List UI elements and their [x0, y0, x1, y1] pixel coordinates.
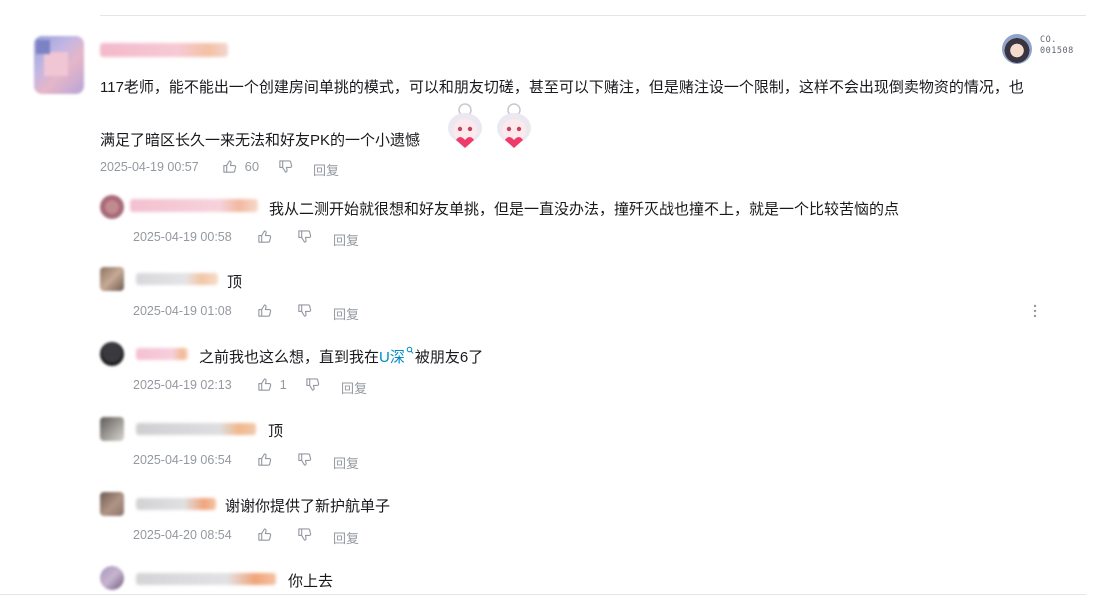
reply-avatar[interactable] [100, 417, 124, 441]
reply-text-link[interactable]: U深 [379, 349, 405, 366]
reply-avatar[interactable] [100, 195, 124, 219]
like-button[interactable] [257, 527, 272, 542]
dislike-button[interactable] [278, 159, 293, 174]
more-options-button[interactable] [1030, 303, 1040, 319]
reply-username[interactable] [136, 423, 256, 435]
more-vertical-icon [1033, 304, 1037, 318]
like-button[interactable]: 1 [257, 377, 287, 392]
reply-username[interactable] [136, 348, 188, 360]
like-count: 60 [244, 159, 260, 174]
dislike-button[interactable] [297, 229, 312, 244]
badge-text-line1: CO. [1040, 35, 1057, 45]
badge-avatar-icon [1002, 34, 1032, 64]
thumb-up-icon [257, 377, 272, 392]
like-button[interactable]: 60 [222, 159, 259, 174]
dislike-button[interactable] [305, 377, 320, 392]
reply-avatar[interactable] [100, 342, 124, 366]
reply-button[interactable]: 回复 [341, 378, 367, 397]
commenter-username[interactable] [100, 43, 228, 57]
search-icon [405, 346, 414, 360]
reply-button[interactable]: 回复 [333, 453, 359, 472]
reply-username[interactable] [136, 573, 276, 585]
reply-avatar[interactable] [100, 267, 124, 291]
reply-text-before: 之前我也这么想，直到我在 [199, 349, 380, 366]
emote-sticker-1 [442, 102, 488, 148]
reply-timestamp: 2025-04-20 08:54 [133, 528, 232, 542]
reply-text: 顶 [268, 423, 284, 440]
dislike-button[interactable] [297, 452, 312, 467]
reply-text: 之前我也这么想，直到我在U深 被朋友6了 [199, 346, 483, 367]
fan-badge: CO. 001508 [1000, 32, 1086, 66]
thumb-up-icon [257, 452, 272, 467]
thumb-down-icon [305, 377, 320, 392]
reply-username[interactable] [136, 273, 218, 285]
thumb-down-icon [297, 527, 312, 542]
reply-avatar[interactable] [100, 492, 124, 516]
like-button[interactable] [257, 303, 272, 318]
thumb-down-icon [297, 229, 312, 244]
dislike-button[interactable] [297, 527, 312, 542]
reply-timestamp: 2025-04-19 01:08 [133, 304, 232, 318]
reply-button[interactable]: 回复 [333, 528, 359, 547]
commenter-avatar[interactable] [34, 36, 84, 94]
emote-sticker-2 [491, 102, 537, 148]
reply-text: 我从二测开始就很想和好友单挑，但是一直没办法，撞歼灭战也撞不上，就是一个比较苦恼… [269, 201, 900, 218]
reply-button[interactable]: 回复 [313, 160, 339, 179]
comment-text-line2: 满足了暗区长久一来无法和好友PK的一个小遗憾 [100, 132, 421, 149]
like-button[interactable] [257, 229, 272, 244]
like-count: 1 [279, 377, 287, 392]
reply-text: 顶 [227, 274, 243, 291]
thumb-down-icon [297, 303, 312, 318]
top-divider [100, 15, 1086, 16]
bottom-divider [0, 594, 1086, 595]
reply-username[interactable] [130, 199, 258, 212]
badge-text-line2: 001508 [1040, 46, 1074, 56]
reply-avatar[interactable] [100, 566, 124, 590]
reply-button[interactable]: 回复 [333, 230, 359, 249]
comment-text-line1: 117老师，能不能出一个创建房间单挑的模式，可以和朋友切磋，甚至可以下赌注，但是… [100, 79, 1024, 96]
reply-timestamp: 2025-04-19 00:58 [133, 230, 232, 244]
thumb-up-icon [257, 303, 272, 318]
like-button[interactable] [257, 452, 272, 467]
thumb-down-icon [297, 452, 312, 467]
reply-button[interactable]: 回复 [333, 304, 359, 323]
reply-text: 你上去 [288, 573, 334, 590]
reply-timestamp: 2025-04-19 02:13 [133, 378, 232, 392]
comment-timestamp: 2025-04-19 00:57 [100, 160, 199, 174]
reply-text-after: 被朋友6了 [414, 349, 484, 366]
thumb-up-icon [257, 527, 272, 542]
reply-username[interactable] [136, 498, 216, 510]
thumb-up-icon [257, 229, 272, 244]
dislike-button[interactable] [297, 303, 312, 318]
reply-text: 谢谢你提供了新护航单子 [225, 498, 391, 515]
thumb-down-icon [278, 159, 293, 174]
reply-timestamp: 2025-04-19 06:54 [133, 453, 232, 467]
thumb-up-icon [222, 159, 237, 174]
